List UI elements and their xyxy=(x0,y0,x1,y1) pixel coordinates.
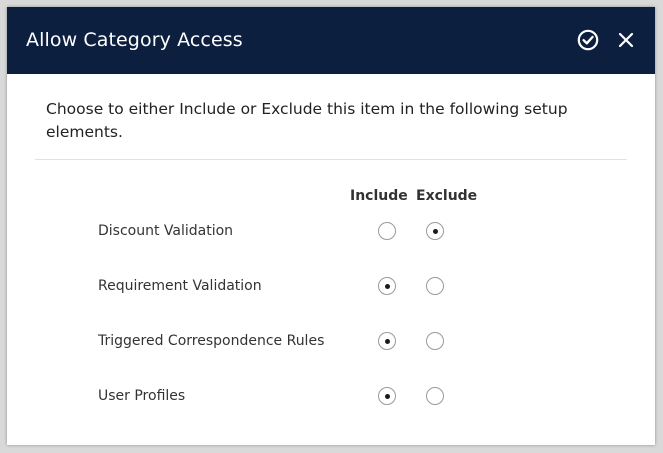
divider xyxy=(35,159,627,160)
radio-dot xyxy=(384,338,390,344)
close-button[interactable] xyxy=(614,28,638,52)
dialog-header: Allow Category Access xyxy=(7,7,655,74)
exclude-radio-discount-validation[interactable] xyxy=(426,222,444,240)
radio-dot xyxy=(432,228,438,234)
radio-dot xyxy=(384,393,390,399)
close-icon xyxy=(618,32,634,48)
include-radio-requirement-validation[interactable] xyxy=(378,277,396,295)
row-label-requirement-validation: Requirement Validation xyxy=(98,278,262,294)
include-radio-discount-validation[interactable] xyxy=(378,222,396,240)
exclude-radio-requirement-validation[interactable] xyxy=(426,277,444,295)
row-label-discount-validation: Discount Validation xyxy=(98,223,234,239)
radio-dot xyxy=(384,283,390,289)
dialog-title: Allow Category Access xyxy=(26,29,243,51)
include-radio-triggered-correspondence-rules[interactable] xyxy=(378,332,396,350)
row-label-user-profiles: User Profiles xyxy=(98,388,186,404)
intro-text: Choose to either Include or Exclude this… xyxy=(46,100,568,141)
row-label-triggered-correspondence-rules: Triggered Correspondence Rules xyxy=(98,333,325,349)
exclude-radio-triggered-correspondence-rules[interactable] xyxy=(426,332,444,350)
exclude-column-header: Exclude xyxy=(416,188,478,204)
check-circle-icon xyxy=(577,29,599,51)
include-column-header: Include xyxy=(350,188,408,204)
confirm-button[interactable] xyxy=(576,28,600,52)
include-radio-user-profiles[interactable] xyxy=(378,387,396,405)
exclude-radio-user-profiles[interactable] xyxy=(426,387,444,405)
allow-category-access-dialog: Allow Category Access Choose to either I… xyxy=(7,7,655,445)
